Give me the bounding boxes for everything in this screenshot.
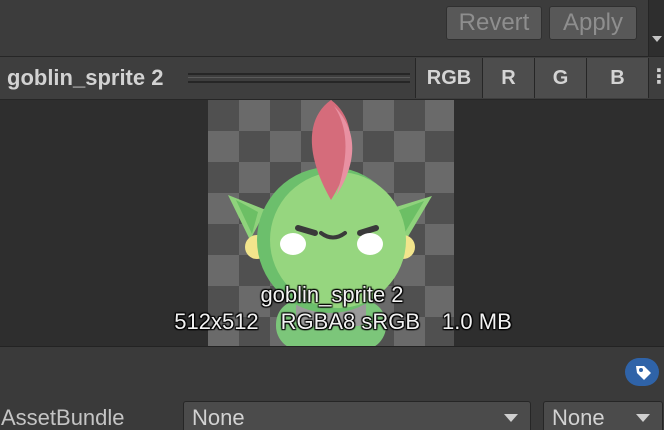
- assetbundle-variant-dropdown[interactable]: None: [543, 401, 663, 430]
- assetbundle-name-dropdown[interactable]: None: [183, 401, 531, 430]
- assetbundle-variant-value: None: [552, 405, 605, 430]
- preview-asset-info: 512x512 RGBA8 sRGB 1.0 MB: [0, 309, 664, 335]
- revert-button[interactable]: Revert: [446, 6, 542, 40]
- preview-resize-handle[interactable]: [188, 73, 410, 83]
- channel-b-button[interactable]: B: [586, 58, 648, 98]
- channel-rgb-button[interactable]: RGB: [415, 58, 482, 98]
- preview-dimensions: 512x512: [174, 309, 259, 334]
- preview-file-size: 1.0 MB: [442, 309, 512, 334]
- preview-header: goblin_sprite 2 RGB R G B ⋮: [0, 56, 664, 100]
- kebab-menu-icon[interactable]: ⋮: [648, 58, 664, 98]
- preview-asset-name: goblin_sprite 2: [260, 282, 404, 307]
- preview-title: goblin_sprite 2: [7, 65, 164, 90]
- texture-import-inspector: Revert Apply goblin_sprite 2 RGB R G B ⋮: [0, 0, 664, 430]
- assetbundle-label: AssetBundle: [1, 405, 125, 430]
- channel-g-button[interactable]: G: [534, 58, 586, 98]
- tag-icon[interactable]: [625, 358, 659, 386]
- channel-r-button[interactable]: R: [482, 58, 534, 98]
- scroll-down-button[interactable]: [648, 0, 664, 56]
- preview-format: RGBA8 sRGB: [280, 309, 421, 334]
- import-settings-toolbar: Revert Apply: [0, 0, 664, 56]
- texture-preview: goblin_sprite 2 512x512 RGBA8 sRGB 1.0 MB: [0, 100, 664, 346]
- tag-icon-glyph: [636, 366, 651, 380]
- asset-labels-panel: AssetBundle None None: [0, 346, 664, 430]
- assetbundle-name-value: None: [192, 405, 245, 430]
- chevron-down-icon: [504, 414, 518, 422]
- apply-button[interactable]: Apply: [549, 6, 637, 40]
- chevron-down-icon: [636, 414, 650, 422]
- chevron-down-icon: [652, 36, 662, 42]
